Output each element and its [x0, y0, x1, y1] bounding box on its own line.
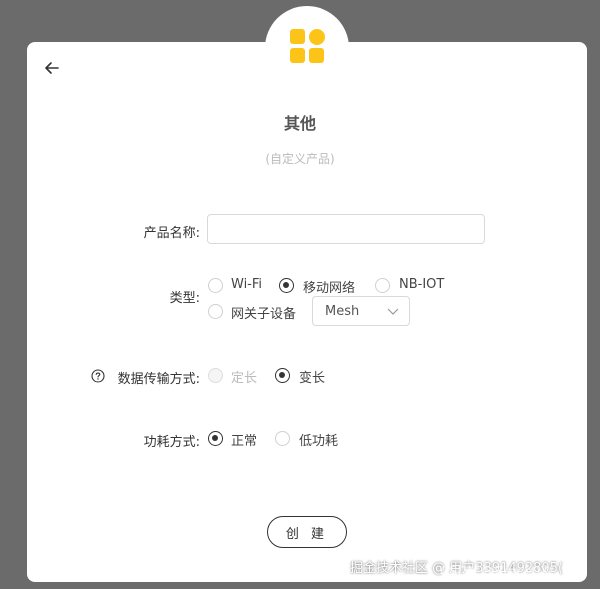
chevron-down-icon [387, 308, 399, 315]
data-transfer-radio-variable[interactable] [275, 368, 290, 383]
type-option-nbiot[interactable]: NB-IOT [399, 277, 444, 292]
arrow-left-icon[interactable] [42, 58, 62, 78]
power-option-normal[interactable]: 正常 [231, 430, 257, 449]
create-button[interactable]: 创 建 [267, 516, 347, 548]
watermark-csdn: CSDN @Bruce0X [440, 565, 550, 580]
power-radio-normal[interactable] [208, 431, 223, 446]
product-name-input[interactable] [207, 214, 485, 244]
type-radio-gateway[interactable] [208, 304, 223, 319]
type-radio-nbiot[interactable] [375, 278, 390, 293]
type-option-gateway[interactable]: 网关子设备 [231, 303, 296, 322]
page-title: 其他 [283, 114, 316, 133]
data-transfer-option-fixed: 定长 [231, 371, 258, 386]
grid-shapes-icon [290, 29, 326, 65]
gateway-select[interactable]: Mesh [312, 296, 410, 326]
type-label: 类型: [169, 291, 200, 306]
data-transfer-radio-fixed [208, 368, 223, 383]
type-radio-mobile[interactable] [279, 278, 294, 293]
power-radio-low[interactable] [275, 431, 290, 446]
product-name-label: 产品名称: [143, 226, 200, 241]
power-option-low[interactable]: 低功耗 [299, 430, 338, 449]
data-transfer-label: 数据传输方式: [117, 372, 200, 387]
type-radio-wifi[interactable] [208, 278, 223, 293]
gateway-select-value: Mesh [325, 304, 360, 319]
power-label: 功耗方式: [143, 435, 200, 450]
page-subtitle: (自定义产品) [265, 152, 335, 166]
type-option-mobile[interactable]: 移动网络 [303, 277, 355, 296]
type-option-wifi[interactable]: Wi-Fi [231, 277, 262, 292]
data-transfer-option-variable[interactable]: 变长 [299, 367, 325, 386]
question-circle-icon[interactable] [91, 369, 105, 383]
